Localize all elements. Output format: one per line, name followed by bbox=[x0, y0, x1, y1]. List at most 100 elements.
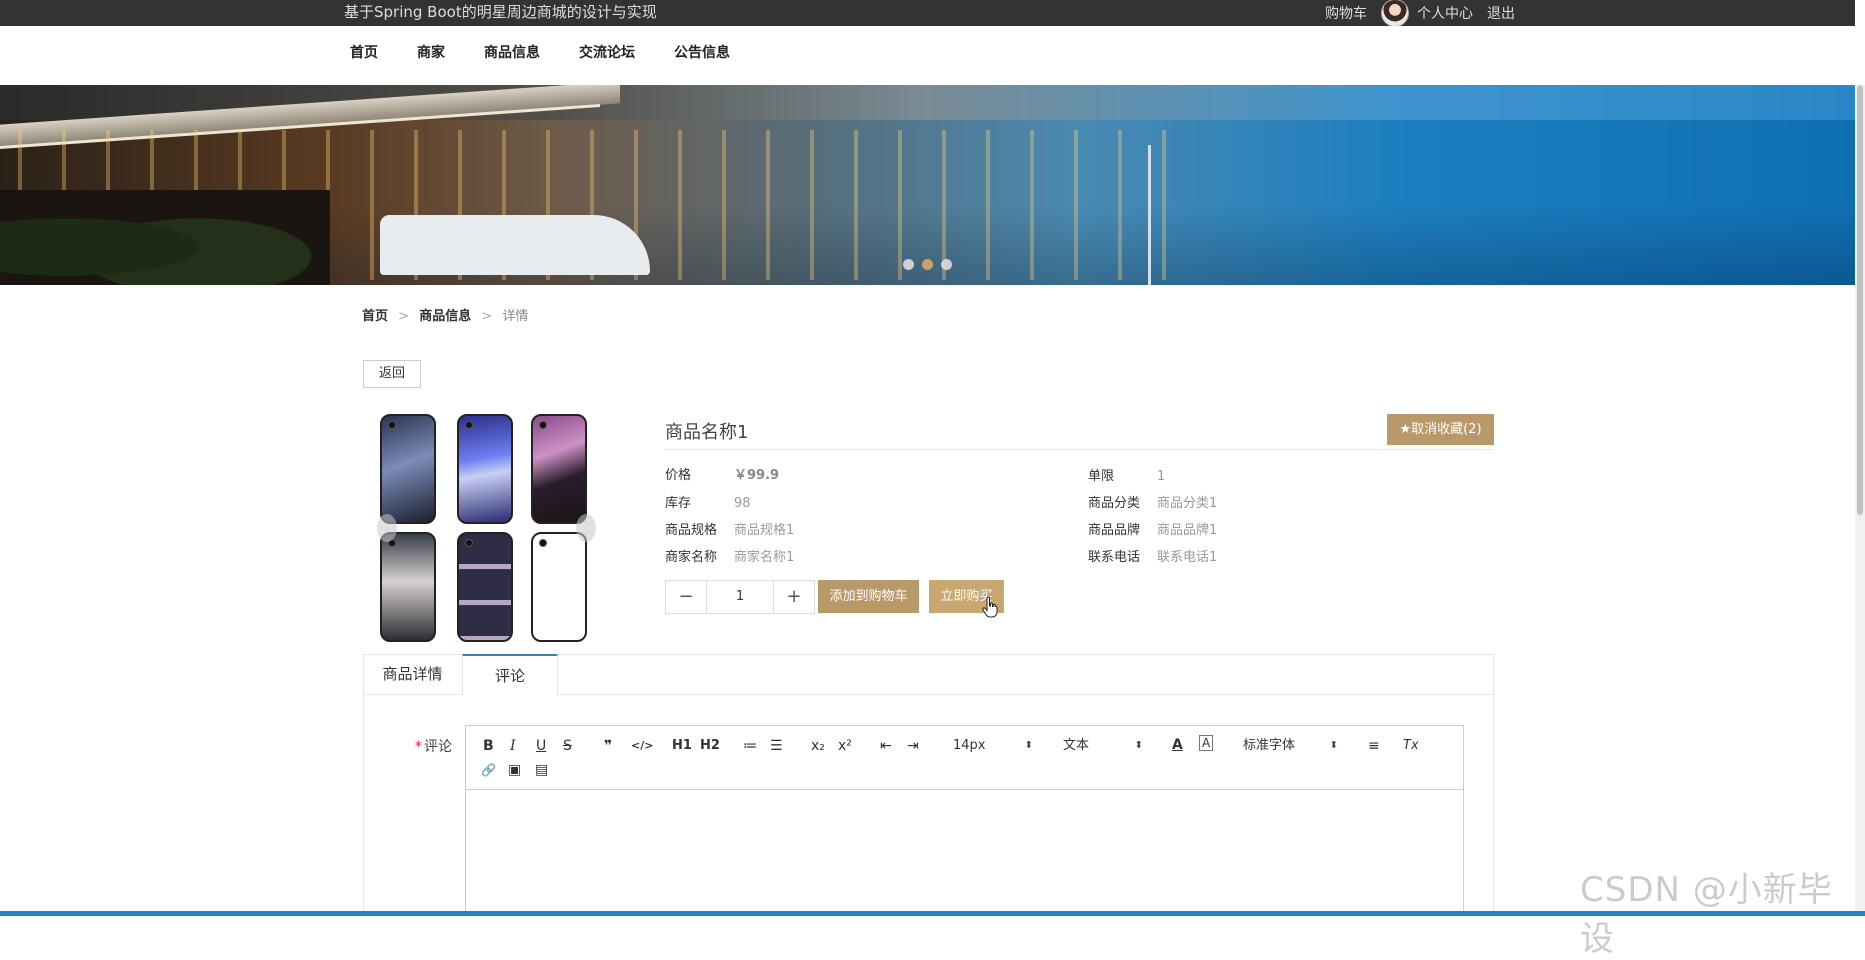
banner-yacht bbox=[380, 215, 650, 275]
image-icon[interactable]: ▣ bbox=[508, 760, 521, 780]
outdent-icon[interactable]: ⇤ bbox=[880, 736, 892, 756]
italic-icon[interactable]: I bbox=[510, 736, 516, 756]
carousel-dot-2[interactable] bbox=[922, 259, 933, 270]
comment-label-text: 评论 bbox=[424, 739, 452, 755]
product-thumb[interactable] bbox=[380, 414, 436, 524]
attr-value: 商品分类1 bbox=[1157, 496, 1218, 511]
indent-icon[interactable]: ⇥ bbox=[907, 736, 919, 756]
tab-details[interactable]: 商品详情 bbox=[364, 654, 461, 695]
product-thumb[interactable] bbox=[531, 414, 587, 524]
heading-1-icon[interactable]: H1 bbox=[672, 736, 692, 756]
attr-label: 价格 bbox=[665, 468, 692, 483]
banner-mast bbox=[1148, 145, 1151, 285]
product-thumb[interactable] bbox=[531, 532, 587, 642]
unfavorite-button[interactable]: ★取消收藏(2) bbox=[1387, 414, 1494, 445]
superscript-icon[interactable]: x² bbox=[838, 736, 852, 756]
clear-format-icon[interactable]: Tx bbox=[1403, 736, 1419, 756]
profile-link[interactable]: 个人中心 bbox=[1417, 3, 1473, 23]
bottom-progress-bar bbox=[0, 911, 1865, 916]
scrollbar-thumb[interactable] bbox=[1857, 85, 1863, 515]
select-caret-icon: ⬍ bbox=[1024, 740, 1033, 751]
code-block-icon[interactable]: </> bbox=[631, 736, 653, 756]
banner-palms bbox=[0, 190, 330, 285]
carousel-dot-3[interactable] bbox=[941, 259, 952, 270]
attr-phone: 联系电话 联系电话1 bbox=[1088, 546, 1217, 565]
breadcrumb-separator: > bbox=[398, 309, 410, 324]
breadcrumb-category[interactable]: 商品信息 bbox=[419, 309, 471, 324]
attr-value: 1 bbox=[1157, 469, 1166, 484]
quantity-plus-button[interactable]: + bbox=[774, 581, 814, 613]
attr-value: 联系电话1 bbox=[1157, 550, 1218, 565]
strikethrough-icon[interactable]: S bbox=[563, 736, 572, 756]
quantity-input[interactable]: 1 bbox=[706, 581, 774, 613]
attr-stock: 库存 98 bbox=[665, 492, 751, 511]
page-scrollbar[interactable] bbox=[1855, 85, 1865, 916]
font-size-value: 14px bbox=[953, 738, 986, 753]
gallery-next-arrow[interactable] bbox=[576, 514, 596, 542]
breadcrumb-current: 详情 bbox=[502, 309, 529, 324]
attr-value: 商家名称1 bbox=[734, 550, 795, 565]
attr-label: 商家名称 bbox=[665, 550, 718, 565]
font-family-select[interactable]: 标准字体 ⬍ bbox=[1243, 736, 1338, 756]
attr-label: 商品分类 bbox=[1088, 496, 1141, 511]
required-mark: * bbox=[415, 739, 422, 755]
heading-2-icon[interactable]: H2 bbox=[700, 736, 720, 756]
attr-value: 98 bbox=[734, 496, 751, 511]
nav-item-notices[interactable]: 公告信息 bbox=[674, 26, 730, 81]
rich-text-editor: B I U S ❞ </> H1 H2 ≔ ☰ x₂ x² ⇤ ⇥ 14px ⬍ … bbox=[465, 725, 1464, 916]
video-icon[interactable]: ▤ bbox=[535, 760, 548, 780]
font-family-value: 标准字体 bbox=[1243, 738, 1296, 753]
attr-brand: 商品品牌 商品品牌1 bbox=[1088, 519, 1217, 538]
gallery-prev-arrow[interactable] bbox=[377, 514, 397, 542]
bullet-list-icon[interactable]: ☰ bbox=[770, 736, 783, 756]
back-button[interactable]: 返回 bbox=[363, 360, 421, 388]
nav-item-forum[interactable]: 交流论坛 bbox=[579, 26, 635, 81]
attr-label: 单限 bbox=[1088, 469, 1115, 484]
ordered-list-icon[interactable]: ≔ bbox=[743, 736, 757, 756]
main-nav: 首页 商家 商品信息 交流论坛 公告信息 bbox=[0, 26, 1855, 85]
product-name: 商品名称1 bbox=[665, 422, 749, 443]
align-icon[interactable]: ≡ bbox=[1368, 736, 1380, 756]
add-to-cart-button[interactable]: 添加到购物车 bbox=[818, 580, 919, 613]
attr-category: 商品分类 商品分类1 bbox=[1088, 492, 1217, 511]
format-select[interactable]: 文本 ⬍ bbox=[1063, 736, 1143, 756]
quantity-minus-button[interactable]: − bbox=[666, 581, 706, 613]
product-gallery bbox=[377, 414, 596, 642]
blockquote-icon[interactable]: ❞ bbox=[604, 736, 612, 756]
subscript-icon[interactable]: x₂ bbox=[811, 736, 825, 756]
nav-item-merchants[interactable]: 商家 bbox=[417, 26, 445, 81]
cart-link[interactable]: 购物车 bbox=[1325, 3, 1367, 23]
font-size-select[interactable]: 14px ⬍ bbox=[953, 736, 1033, 756]
underline-icon[interactable]: U bbox=[536, 736, 546, 756]
bold-icon[interactable]: B bbox=[483, 736, 494, 756]
carousel-dot-1[interactable] bbox=[903, 259, 914, 270]
top-bar: 基于Spring Boot的明星周边商城的设计与实现 购物车 个人中心 退出 bbox=[0, 0, 1855, 27]
quantity-stepper: − 1 + bbox=[665, 580, 815, 614]
attr-spec: 商品规格 商品规格1 bbox=[665, 519, 794, 538]
select-caret-icon: ⬍ bbox=[1329, 740, 1338, 751]
attr-label: 联系电话 bbox=[1088, 550, 1141, 565]
nav-item-home[interactable]: 首页 bbox=[350, 26, 378, 81]
breadcrumb-home[interactable]: 首页 bbox=[362, 309, 388, 324]
logout-link[interactable]: 退出 bbox=[1487, 3, 1515, 23]
product-thumb[interactable] bbox=[457, 414, 513, 524]
comment-textarea[interactable] bbox=[466, 790, 1463, 916]
nav-item-products[interactable]: 商品信息 bbox=[484, 26, 540, 81]
link-icon[interactable]: 🔗 bbox=[481, 760, 496, 780]
hand-cursor-icon bbox=[982, 596, 998, 618]
attr-price: 价格 ￥99.9 bbox=[665, 464, 779, 483]
background-color-icon[interactable]: A bbox=[1199, 735, 1214, 751]
product-thumb[interactable] bbox=[457, 532, 513, 642]
product-thumb[interactable] bbox=[380, 532, 436, 642]
attr-label: 商品品牌 bbox=[1088, 523, 1141, 538]
format-value: 文本 bbox=[1063, 738, 1090, 753]
avatar[interactable] bbox=[1381, 0, 1409, 27]
text-color-icon[interactable]: A bbox=[1172, 735, 1183, 755]
attr-value: 商品品牌1 bbox=[1157, 523, 1218, 538]
detail-tabs: 商品详情 评论 bbox=[363, 654, 1494, 696]
tab-comments[interactable]: 评论 bbox=[462, 654, 558, 696]
banner-carousel[interactable] bbox=[0, 85, 1855, 285]
attr-merchant: 商家名称 商家名称1 bbox=[665, 546, 794, 565]
comment-label: * 评论 bbox=[415, 736, 452, 756]
attr-value: 商品规格1 bbox=[734, 523, 795, 538]
